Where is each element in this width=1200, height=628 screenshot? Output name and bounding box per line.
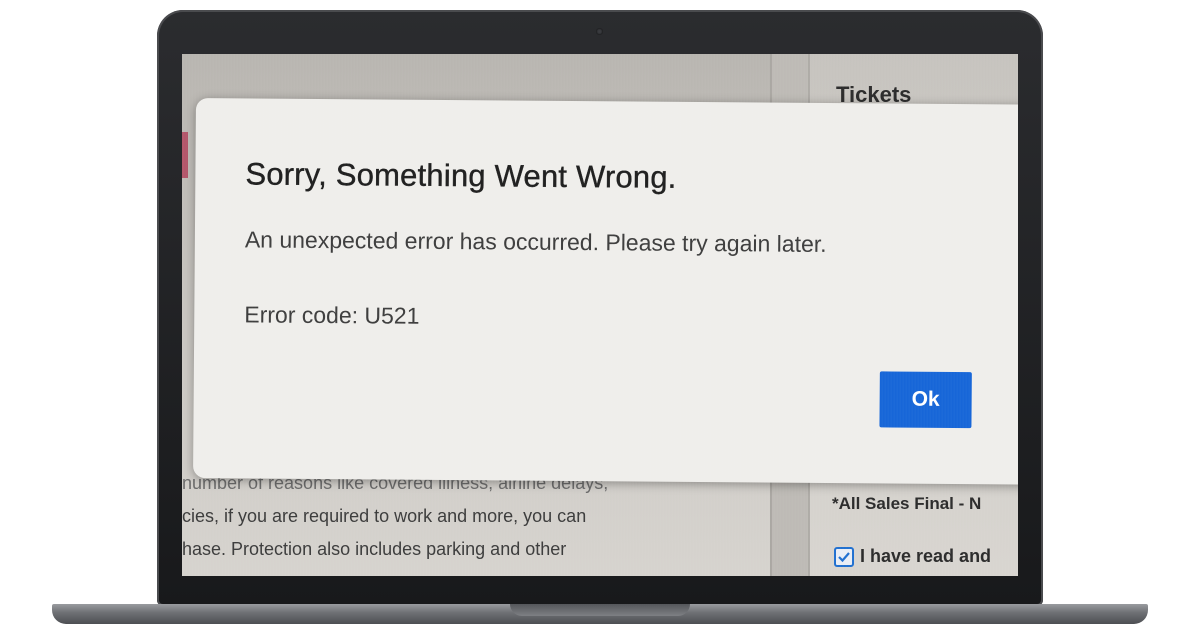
accent-strip bbox=[182, 132, 188, 178]
terms-checkbox-label: I have read and bbox=[860, 546, 992, 566]
dialog-message: An unexpected error has occurred. Please… bbox=[244, 226, 827, 257]
error-dialog: Sorry, Something Went Wrong. An unexpect… bbox=[193, 98, 1018, 485]
sales-final-notice: *All Sales Final - N bbox=[832, 494, 982, 513]
webcam bbox=[596, 28, 603, 35]
paragraph-line: cies, if you are required to work and mo… bbox=[182, 506, 587, 526]
dialog-title: Sorry, Something Went Wrong. bbox=[245, 156, 677, 195]
laptop-screen: Tickets number of reasons like covered i… bbox=[182, 54, 1018, 576]
checkmark-icon bbox=[838, 551, 850, 562]
terms-checkbox[interactable] bbox=[834, 546, 854, 567]
error-code: Error code: U521 bbox=[244, 301, 420, 329]
terms-agreement[interactable]: I have read and bbox=[834, 546, 991, 567]
laptop-opening-notch bbox=[510, 604, 690, 616]
paragraph-line: hase. Protection also includes parking a… bbox=[182, 539, 567, 559]
ok-button[interactable]: Ok bbox=[879, 371, 972, 429]
